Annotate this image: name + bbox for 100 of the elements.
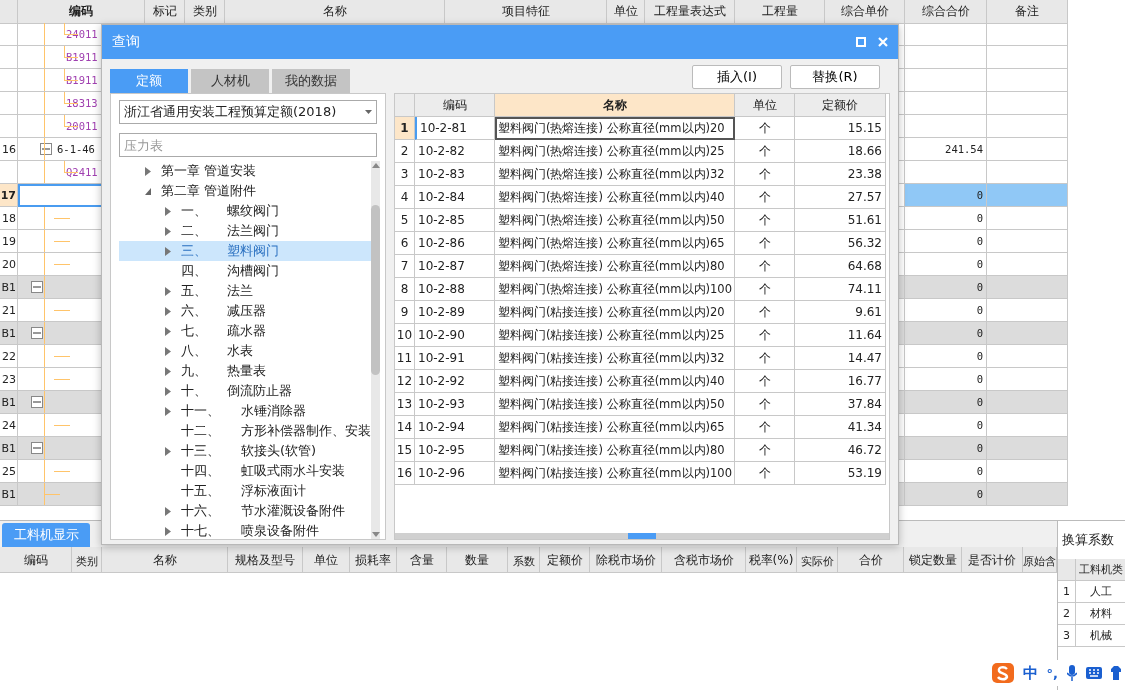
tree-item[interactable]: 十三、 软接头(软管) bbox=[119, 441, 371, 461]
tree-item[interactable]: 十一、 水锤消除器 bbox=[119, 401, 371, 421]
column-header[interactable]: 数量 bbox=[447, 547, 508, 573]
tree-item[interactable]: 六、 减压器 bbox=[119, 301, 371, 321]
column-header[interactable]: 编码 bbox=[415, 94, 495, 117]
row-number[interactable]: 14 bbox=[395, 416, 415, 439]
expand-arrow-icon[interactable] bbox=[165, 346, 171, 356]
column-header[interactable]: 编码 bbox=[0, 547, 72, 573]
expand-arrow-icon[interactable] bbox=[145, 166, 151, 176]
punctuation-mode[interactable]: °, bbox=[1046, 665, 1058, 681]
tree-item[interactable]: 九、 热量表 bbox=[119, 361, 371, 381]
tree-item[interactable]: 七、 疏水器 bbox=[119, 321, 371, 341]
column-header[interactable]: 含税市场价 bbox=[662, 547, 746, 573]
row-number[interactable]: B1 bbox=[0, 322, 18, 345]
collapse-icon[interactable] bbox=[31, 281, 43, 293]
expand-arrow-icon[interactable] bbox=[165, 526, 171, 536]
column-header[interactable]: 含量 bbox=[397, 547, 447, 573]
column-header[interactable]: 工程量表达式 bbox=[645, 0, 735, 24]
column-header[interactable]: 名称 bbox=[495, 94, 735, 117]
column-header[interactable]: 锁定数量 bbox=[904, 547, 962, 573]
dropdown-arrow-icon[interactable] bbox=[365, 110, 372, 114]
column-header[interactable]: 定额价 bbox=[540, 547, 590, 573]
row-number[interactable]: 16 bbox=[395, 462, 415, 485]
action-button[interactable]: 插入(I) bbox=[692, 65, 782, 89]
column-header[interactable]: 规格及型号 bbox=[228, 547, 303, 573]
row-number[interactable]: 8 bbox=[395, 278, 415, 301]
column-header[interactable]: 合价 bbox=[838, 547, 904, 573]
row-number[interactable]: 11 bbox=[395, 347, 415, 370]
column-header[interactable]: 类别 bbox=[72, 547, 102, 573]
library-dropdown[interactable]: 浙江省通用安装工程预算定额(2018) bbox=[119, 100, 377, 124]
row-number[interactable]: 7 bbox=[395, 255, 415, 278]
row-number[interactable]: 4 bbox=[395, 186, 415, 209]
column-header[interactable]: 单位 bbox=[607, 0, 645, 24]
column-header[interactable]: 项目特征 bbox=[445, 0, 607, 24]
row-number[interactable]: 19 bbox=[0, 230, 18, 253]
expand-arrow-icon[interactable] bbox=[165, 506, 171, 516]
tab[interactable]: 人材机 bbox=[191, 69, 269, 93]
tree-item[interactable]: 十、 倒流防止器 bbox=[119, 381, 371, 401]
row-number[interactable]: 5 bbox=[395, 209, 415, 232]
tree-item[interactable]: 十七、 喷泉设备附件 bbox=[119, 521, 371, 541]
tree-item[interactable]: 十四、 虹吸式雨水斗安装 bbox=[119, 461, 371, 481]
row-number[interactable]: 9 bbox=[395, 301, 415, 324]
row-number[interactable]: B1 bbox=[0, 276, 18, 299]
column-header[interactable]: 综合单价 bbox=[825, 0, 905, 24]
action-button[interactable]: 替换(R) bbox=[790, 65, 880, 89]
keyboard-icon[interactable] bbox=[1086, 667, 1102, 679]
language-mode[interactable]: 中 bbox=[1022, 663, 1038, 683]
expand-arrow-icon[interactable] bbox=[165, 286, 171, 296]
row-number[interactable]: 13 bbox=[395, 393, 415, 416]
tree-item[interactable]: 八、 水表 bbox=[119, 341, 371, 361]
tree-item[interactable]: 二、 法兰阀门 bbox=[119, 221, 371, 241]
row-number[interactable]: B1 bbox=[0, 391, 18, 414]
row-number[interactable]: 10 bbox=[395, 324, 415, 347]
column-header[interactable]: 单位 bbox=[735, 94, 795, 117]
row-number[interactable]: B1 bbox=[0, 437, 18, 460]
collapse-icon[interactable] bbox=[31, 442, 43, 454]
column-header[interactable]: 定额价 bbox=[795, 94, 886, 117]
tree-item[interactable]: 一、 螺纹阀门 bbox=[119, 201, 371, 221]
tree-item[interactable]: 十二、 方形补偿器制作、安装 bbox=[119, 421, 371, 441]
scrollbar[interactable] bbox=[395, 533, 889, 539]
scroll-thumb[interactable] bbox=[371, 205, 380, 375]
column-header[interactable]: 系数 bbox=[508, 547, 540, 573]
scrollbar[interactable] bbox=[371, 161, 380, 539]
column-header[interactable]: 名称 bbox=[102, 547, 228, 573]
row-number[interactable]: 6 bbox=[395, 232, 415, 255]
collapse-icon[interactable] bbox=[31, 396, 43, 408]
scroll-thumb[interactable] bbox=[628, 533, 656, 539]
maximize-icon[interactable] bbox=[856, 37, 866, 47]
row-number[interactable]: 22 bbox=[0, 345, 18, 368]
row-number[interactable]: 2 bbox=[395, 140, 415, 163]
tree-item[interactable]: 第二章 管道附件 bbox=[119, 181, 371, 201]
column-header[interactable]: 名称 bbox=[225, 0, 445, 24]
column-header[interactable]: 编码 bbox=[18, 0, 145, 24]
row-number[interactable]: 16 bbox=[0, 138, 18, 161]
expand-arrow-icon[interactable] bbox=[165, 246, 171, 256]
row-number[interactable]: 18 bbox=[0, 207, 18, 230]
microphone-icon[interactable] bbox=[1067, 665, 1077, 681]
column-header[interactable]: 是否计价 bbox=[962, 547, 1023, 573]
tree-item[interactable]: 五、 法兰 bbox=[119, 281, 371, 301]
row-number[interactable]: 3 bbox=[395, 163, 415, 186]
column-header[interactable]: 类别 bbox=[185, 0, 225, 24]
column-header[interactable]: 备注 bbox=[987, 0, 1068, 24]
expand-arrow-icon[interactable] bbox=[165, 446, 171, 456]
expand-arrow-icon[interactable] bbox=[165, 366, 171, 376]
column-header[interactable]: 标记 bbox=[145, 0, 185, 24]
column-header[interactable]: 综合合价 bbox=[905, 0, 987, 24]
expand-arrow-icon[interactable] bbox=[145, 186, 151, 196]
column-header[interactable]: 工程量 bbox=[735, 0, 825, 24]
column-header[interactable]: 单位 bbox=[303, 547, 350, 573]
tab[interactable]: 我的数据 bbox=[272, 69, 350, 93]
expand-arrow-icon[interactable] bbox=[165, 406, 171, 416]
tree-item[interactable]: 四、 沟槽阀门 bbox=[119, 261, 371, 281]
row-number[interactable]: 17 bbox=[0, 184, 18, 207]
expand-arrow-icon[interactable] bbox=[165, 326, 171, 336]
tree-item[interactable]: 三、 塑料阀门 bbox=[119, 241, 371, 261]
tree-item[interactable]: 十五、 浮标液面计 bbox=[119, 481, 371, 501]
column-header[interactable]: 工料机类 bbox=[1076, 559, 1125, 581]
close-icon[interactable] bbox=[878, 37, 888, 47]
row-number[interactable]: B1 bbox=[0, 483, 18, 506]
scroll-up-icon[interactable] bbox=[371, 163, 380, 168]
